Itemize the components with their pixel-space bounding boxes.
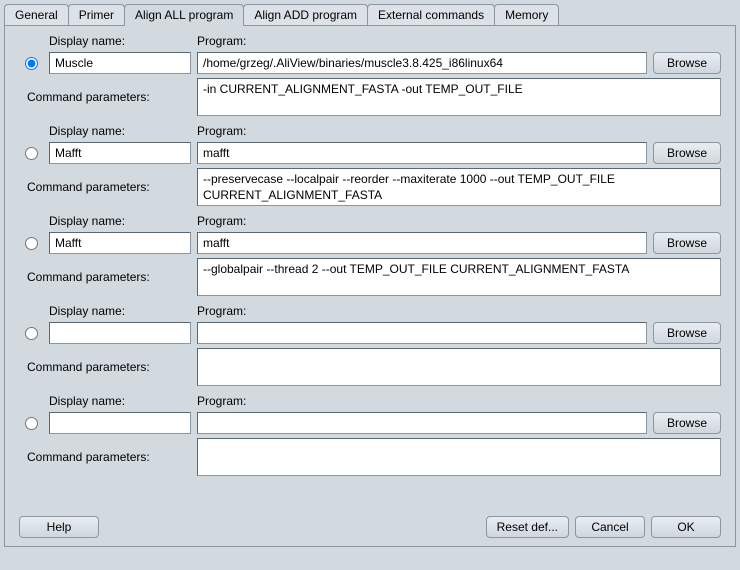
command-params-label: Command parameters:: [19, 360, 191, 374]
aligner-entry: Display name: Program: Browse Command param…: [19, 214, 721, 296]
aligner-entry: Display name: Program: Browse Command param…: [19, 34, 721, 116]
display-name-input[interactable]: [49, 412, 191, 434]
program-label: Program:: [197, 394, 647, 408]
program-path-input[interactable]: [197, 142, 647, 164]
command-params-input[interactable]: [197, 78, 721, 116]
aligner-select-radio[interactable]: [25, 327, 38, 340]
aligner-entry: Display name: Program: Browse Command param…: [19, 124, 721, 206]
tab-memory[interactable]: Memory: [494, 4, 559, 25]
program-path-input[interactable]: [197, 412, 647, 434]
display-name-input[interactable]: [49, 52, 191, 74]
display-name-input[interactable]: [49, 232, 191, 254]
tab-align-add-program[interactable]: Align ADD program: [243, 4, 368, 25]
program-label: Program:: [197, 34, 647, 48]
aligner-select-radio[interactable]: [25, 57, 38, 70]
aligner-select-radio[interactable]: [25, 237, 38, 250]
command-params-label: Command parameters:: [19, 180, 191, 194]
display-name-label: Display name:: [49, 214, 191, 228]
display-name-input[interactable]: [49, 142, 191, 164]
display-name-label: Display name:: [49, 34, 191, 48]
command-params-label: Command parameters:: [19, 450, 191, 464]
program-path-input[interactable]: [197, 52, 647, 74]
program-path-input[interactable]: [197, 232, 647, 254]
tab-primer[interactable]: Primer: [68, 4, 125, 25]
program-label: Program:: [197, 214, 647, 228]
command-params-input[interactable]: [197, 348, 721, 386]
cancel-button[interactable]: Cancel: [575, 516, 645, 538]
tab-align-all-program[interactable]: Align ALL program: [124, 4, 244, 26]
help-button[interactable]: Help: [19, 516, 99, 538]
reset-defaults-button[interactable]: Reset def...: [486, 516, 569, 538]
browse-button[interactable]: Browse: [653, 322, 721, 344]
command-params-input[interactable]: [197, 438, 721, 476]
command-params-input[interactable]: [197, 258, 721, 296]
aligner-select-radio[interactable]: [25, 417, 38, 430]
browse-button[interactable]: Browse: [653, 232, 721, 254]
program-label: Program:: [197, 304, 647, 318]
tab-external-commands[interactable]: External commands: [367, 4, 495, 25]
browse-button[interactable]: Browse: [653, 142, 721, 164]
display-name-label: Display name:: [49, 394, 191, 408]
browse-button[interactable]: Browse: [653, 52, 721, 74]
program-path-input[interactable]: [197, 322, 647, 344]
display-name-input[interactable]: [49, 322, 191, 344]
command-params-label: Command parameters:: [19, 90, 191, 104]
program-label: Program:: [197, 124, 647, 138]
browse-button[interactable]: Browse: [653, 412, 721, 434]
aligner-entry: Display name: Program: Browse Command param…: [19, 394, 721, 476]
display-name-label: Display name:: [49, 124, 191, 138]
display-name-label: Display name:: [49, 304, 191, 318]
aligner-select-radio[interactable]: [25, 147, 38, 160]
ok-button[interactable]: OK: [651, 516, 721, 538]
command-params-label: Command parameters:: [19, 270, 191, 284]
command-params-input[interactable]: [197, 168, 721, 206]
aligner-entry: Display name: Program: Browse Command param…: [19, 304, 721, 386]
tab-general[interactable]: General: [4, 4, 69, 25]
